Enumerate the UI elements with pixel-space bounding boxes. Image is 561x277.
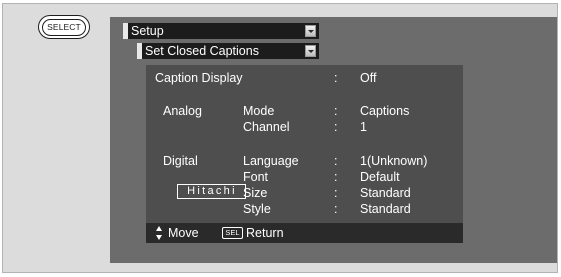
- caption-display-separator: :: [334, 71, 338, 85]
- digital-size-value[interactable]: Standard: [360, 186, 411, 200]
- digital-group-label: Digital: [163, 154, 198, 168]
- up-down-arrows-icon: [156, 226, 162, 240]
- submenu-edge-marker: [137, 43, 142, 59]
- digital-size-separator: :: [334, 186, 338, 200]
- sel-key-icon: SEL: [222, 227, 243, 239]
- select-button-label: SELECT: [42, 18, 86, 36]
- submenu-title: Set Closed Captions: [145, 44, 259, 58]
- setup-menu-header[interactable]: Setup: [123, 23, 319, 39]
- digital-size-label[interactable]: Size: [243, 186, 267, 200]
- move-hint-label: Move: [168, 226, 199, 240]
- hitachi-logo: Hitachi: [177, 184, 246, 199]
- return-hint-label: Return: [246, 226, 284, 240]
- analog-channel-separator: :: [334, 120, 338, 134]
- digital-language-value[interactable]: 1(Unknown): [360, 154, 427, 168]
- chevron-down-icon[interactable]: [305, 25, 316, 37]
- chevron-down-icon[interactable]: [305, 45, 316, 57]
- digital-language-separator: :: [334, 154, 338, 168]
- digital-font-value[interactable]: Default: [360, 170, 400, 184]
- digital-font-separator: :: [334, 170, 338, 184]
- analog-channel-value[interactable]: 1: [360, 120, 367, 134]
- tv-menu-screen: Setup Set Closed Captions Caption Displa…: [110, 17, 557, 263]
- digital-style-label[interactable]: Style: [243, 202, 271, 216]
- analog-channel-label[interactable]: Channel: [243, 120, 290, 134]
- caption-display-value[interactable]: Off: [360, 71, 376, 85]
- illustration-frame: SELECT Setup Set Closed Captions Caption…: [2, 3, 558, 273]
- setup-menu-title: Setup: [131, 24, 164, 38]
- menu-edge-marker: [123, 23, 128, 39]
- digital-font-label[interactable]: Font: [243, 170, 268, 184]
- analog-mode-label[interactable]: Mode: [243, 104, 274, 118]
- digital-style-value[interactable]: Standard: [360, 202, 411, 216]
- digital-language-label[interactable]: Language: [243, 154, 299, 168]
- closed-captions-submenu-header[interactable]: Set Closed Captions: [137, 43, 319, 59]
- caption-settings-panel: Caption Display : Off Analog Mode : Capt…: [146, 65, 463, 223]
- analog-mode-separator: :: [334, 104, 338, 118]
- menu-footer: Move SEL Return: [146, 223, 463, 243]
- select-button[interactable]: SELECT: [38, 15, 90, 39]
- analog-mode-value[interactable]: Captions: [360, 104, 409, 118]
- digital-style-separator: :: [334, 202, 338, 216]
- analog-group-label: Analog: [163, 104, 202, 118]
- caption-display-label[interactable]: Caption Display: [155, 71, 243, 85]
